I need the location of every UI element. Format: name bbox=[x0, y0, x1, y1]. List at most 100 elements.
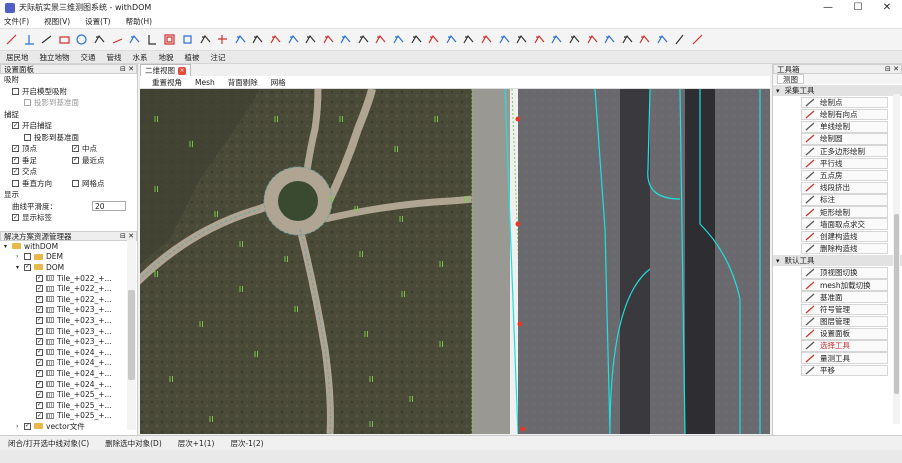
layer-visibility-checkbox[interactable]: ✓ bbox=[36, 401, 43, 409]
tool-item[interactable]: 绘制圆 bbox=[801, 133, 888, 145]
split-icon[interactable] bbox=[532, 32, 547, 47]
select-icon[interactable] bbox=[268, 32, 283, 47]
tile-item[interactable]: ✓ Tile_+024_+... bbox=[0, 379, 137, 390]
slant-line-icon[interactable] bbox=[110, 32, 125, 47]
frame-icon[interactable] bbox=[162, 32, 177, 47]
layer-visibility-checkbox[interactable]: ✓ bbox=[36, 338, 43, 346]
layer-visibility-checkbox[interactable]: ✓ bbox=[36, 306, 43, 314]
tab-2d-view[interactable]: 二维视图 × bbox=[140, 64, 191, 76]
dashed-rect-icon[interactable] bbox=[127, 32, 142, 47]
marker-icon[interactable] bbox=[321, 32, 336, 47]
tool-item[interactable]: 量测工具 bbox=[801, 352, 888, 364]
line-icon[interactable] bbox=[39, 32, 54, 47]
offset-icon[interactable] bbox=[585, 32, 600, 47]
grid-button[interactable]: 网格 bbox=[271, 77, 286, 88]
join-icon[interactable] bbox=[497, 32, 512, 47]
settings-option-checkbox[interactable] bbox=[72, 179, 79, 187]
explorer-scroll-thumb[interactable] bbox=[128, 290, 135, 380]
hexagon-icon[interactable] bbox=[92, 32, 107, 47]
tool-item[interactable]: 线段挤出 bbox=[801, 181, 888, 194]
settings-option-checkbox[interactable] bbox=[24, 99, 31, 107]
settings-option-checkbox[interactable] bbox=[12, 179, 19, 187]
tile-item[interactable]: ✓ Tile_+025_+... bbox=[0, 400, 137, 411]
chevron-down-icon[interactable]: ▾ bbox=[776, 87, 780, 95]
rectangle-icon[interactable] bbox=[57, 32, 72, 47]
zigzag-icon[interactable] bbox=[514, 32, 529, 47]
tile-item[interactable]: ✓ Tile_+022_+... bbox=[0, 283, 137, 294]
orthophoto-map[interactable] bbox=[140, 89, 770, 434]
layer-visibility-checkbox[interactable]: ✓ bbox=[36, 369, 43, 377]
folder-item[interactable]: ▾ ✓ DOM bbox=[0, 262, 137, 273]
layer-visibility-checkbox[interactable]: ✓ bbox=[36, 380, 43, 388]
vertex-marker[interactable] bbox=[517, 321, 523, 327]
close-button[interactable]: ✕ bbox=[872, 0, 902, 15]
tile-item[interactable]: ✓ Tile_+024_+... bbox=[0, 368, 137, 379]
tile-item[interactable]: ✓ Tile_+023_+... bbox=[0, 326, 137, 337]
layer-visibility-checkbox[interactable]: ✓ bbox=[36, 391, 43, 399]
chevron-down-icon[interactable]: ▾ bbox=[776, 257, 780, 265]
extend-icon[interactable] bbox=[479, 32, 494, 47]
tile-item[interactable]: ✓ Tile_+023_+... bbox=[0, 336, 137, 347]
reset-view-button[interactable]: 重置视角 bbox=[152, 77, 182, 88]
tile-item[interactable]: ✓ Tile_+024_+... bbox=[0, 358, 137, 369]
diagonal-icon[interactable] bbox=[690, 32, 705, 47]
chevron-right-icon[interactable]: › bbox=[16, 423, 24, 430]
book-icon[interactable] bbox=[637, 32, 652, 47]
move-icon[interactable] bbox=[303, 32, 318, 47]
chevron-down-icon[interactable]: ▾ bbox=[16, 264, 24, 271]
settings-option-checkbox[interactable]: ✓ bbox=[72, 145, 79, 153]
square-icon[interactable] bbox=[180, 32, 195, 47]
tool-group-header[interactable]: ▾ 默认工具 bbox=[773, 255, 902, 267]
tool-item[interactable]: 基准面 bbox=[801, 291, 888, 303]
tool-item[interactable]: 平移 bbox=[801, 364, 888, 377]
layer-visibility-checkbox[interactable]: ✓ bbox=[36, 316, 43, 324]
layer-visibility-checkbox[interactable]: ✓ bbox=[36, 327, 43, 335]
mesh-button[interactable]: Mesh bbox=[195, 78, 215, 87]
tool-item[interactable]: 标注 bbox=[801, 194, 888, 206]
settings-option-checkbox[interactable] bbox=[24, 133, 31, 141]
tool-group-header[interactable]: ▾ 采集工具 bbox=[773, 85, 902, 96]
toolbox-scroll-thumb[interactable] bbox=[894, 214, 899, 394]
tool-item[interactable]: 墙面取点求交 bbox=[801, 218, 888, 231]
settings-option-checkbox[interactable]: ✓ bbox=[12, 156, 19, 164]
scatter-icon[interactable] bbox=[426, 32, 441, 47]
pencil-icon[interactable] bbox=[673, 32, 688, 47]
cross-icon[interactable] bbox=[444, 32, 459, 47]
perpendicular-icon[interactable] bbox=[22, 32, 37, 47]
layer-visibility-checkbox[interactable]: ✓ bbox=[36, 412, 43, 420]
eraser-icon[interactable] bbox=[286, 32, 301, 47]
pin-icon[interactable] bbox=[233, 32, 248, 47]
layer-visibility-checkbox[interactable]: ✓ bbox=[24, 422, 31, 430]
toolbox-scrollbar[interactable] bbox=[893, 94, 900, 424]
flip-icon[interactable] bbox=[620, 32, 635, 47]
tab-transport[interactable]: 交通 bbox=[81, 52, 96, 63]
folder-item[interactable]: ▾ withDOM bbox=[0, 241, 137, 252]
settings-option-checkbox[interactable]: ✓ bbox=[12, 122, 19, 130]
zoom-in-icon[interactable] bbox=[338, 32, 353, 47]
tab-independent-features[interactable]: 独立地物 bbox=[40, 52, 70, 63]
mesh-icon[interactable] bbox=[391, 32, 406, 47]
settings-option-checkbox[interactable]: ✓ bbox=[12, 168, 19, 176]
settings-option-checkbox[interactable]: ✓ bbox=[12, 214, 19, 222]
vertex-marker[interactable] bbox=[520, 426, 526, 432]
corner-icon[interactable] bbox=[549, 32, 564, 47]
tool-item[interactable]: 单线绘制 bbox=[801, 120, 888, 133]
tool-item[interactable]: 五点房 bbox=[801, 169, 888, 182]
tool-item[interactable]: 图层管理 bbox=[801, 315, 888, 328]
circle-icon[interactable] bbox=[74, 32, 89, 47]
tab-pipelines[interactable]: 管线 bbox=[107, 52, 122, 63]
settings-option-checkbox[interactable]: ✓ bbox=[12, 145, 19, 153]
tool-item[interactable]: 绘制点 bbox=[801, 96, 888, 109]
map-canvas[interactable] bbox=[140, 89, 770, 434]
chat-icon[interactable] bbox=[373, 32, 388, 47]
tool-item[interactable]: 创建构造线 bbox=[801, 230, 888, 243]
menu-file[interactable]: 文件(F) bbox=[4, 16, 29, 27]
menu-view[interactable]: 视图(V) bbox=[44, 16, 70, 27]
tab-mapping[interactable]: 测图 bbox=[777, 74, 804, 84]
zoom-out-icon[interactable] bbox=[356, 32, 371, 47]
tool-item[interactable]: mesh加载切换 bbox=[801, 279, 888, 291]
tile-item[interactable]: ✓ Tile_+023_+... bbox=[0, 315, 137, 326]
layer-visibility-checkbox[interactable]: ✓ bbox=[36, 274, 43, 282]
tool-item[interactable]: 平行线 bbox=[801, 157, 888, 170]
settings-option-checkbox[interactable] bbox=[12, 87, 19, 95]
